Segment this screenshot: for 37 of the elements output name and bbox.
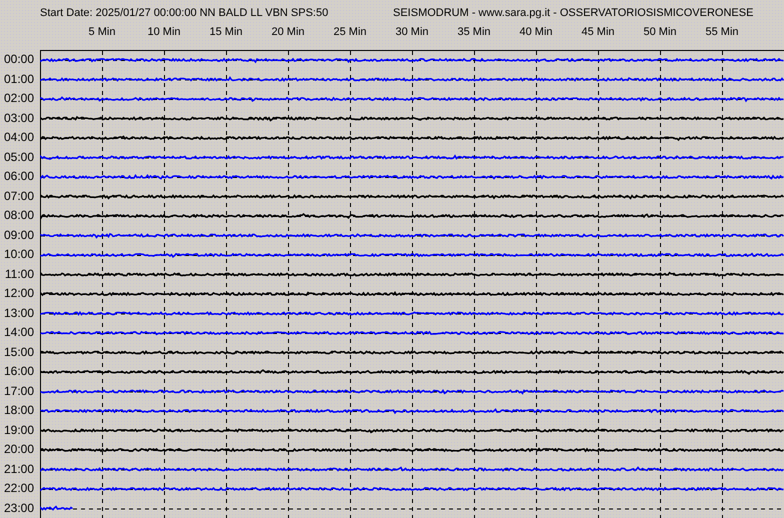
minute-label: 5 Min — [88, 26, 116, 38]
chart-title: Start Date: 2025/01/27 00:00:00 NN BALD LL VBN SPS:50 — [40, 6, 330, 20]
minute-label: 45 Min — [581, 26, 615, 38]
minute-label: 25 Min — [333, 26, 367, 38]
hour-label: 01:00 — [4, 72, 34, 86]
hour-label: 15:00 — [4, 344, 34, 359]
hour-label: 02:00 — [4, 91, 34, 106]
hour-label: 21:00 — [4, 462, 34, 476]
hour-label: 17:00 — [4, 384, 34, 398]
hour-label: 10:00 — [4, 247, 34, 262]
hour-label: 03:00 — [4, 110, 34, 125]
hour-label: 04:00 — [4, 130, 34, 144]
hour-label: 08:00 — [4, 208, 34, 222]
hour-label: 23:00 — [4, 500, 34, 515]
hour-label: 07:00 — [4, 188, 34, 203]
hour-label: 00:00 — [4, 52, 34, 66]
minute-label: 40 Min — [519, 26, 553, 38]
minute-label: 35 Min — [457, 26, 491, 38]
hour-label: 20:00 — [4, 442, 34, 456]
hour-label: 12:00 — [4, 286, 34, 300]
hour-label: 14:00 — [4, 325, 34, 340]
hour-label: 11:00 — [4, 266, 34, 281]
hour-label: 05:00 — [4, 150, 34, 164]
source-label: SEISMODRUM - www.sara.pg.it - OSSERVATORIOSISMICOVERONESE — [393, 6, 754, 20]
hour-label: 19:00 — [4, 422, 34, 437]
minute-label: 10 Min — [147, 26, 181, 38]
minute-label: 15 Min — [209, 26, 243, 38]
hour-label: 09:00 — [4, 228, 34, 242]
minute-label: 30 Min — [395, 26, 429, 38]
hour-label: 16:00 — [4, 364, 34, 378]
hour-label: 13:00 — [4, 306, 34, 320]
hour-label: 18:00 — [4, 403, 34, 418]
minute-label: 55 Min — [705, 26, 739, 38]
minute-label: 50 Min — [643, 26, 677, 38]
minute-label: 20 Min — [271, 26, 305, 38]
hour-label: 06:00 — [4, 169, 34, 184]
hour-label: 22:00 — [4, 481, 34, 496]
